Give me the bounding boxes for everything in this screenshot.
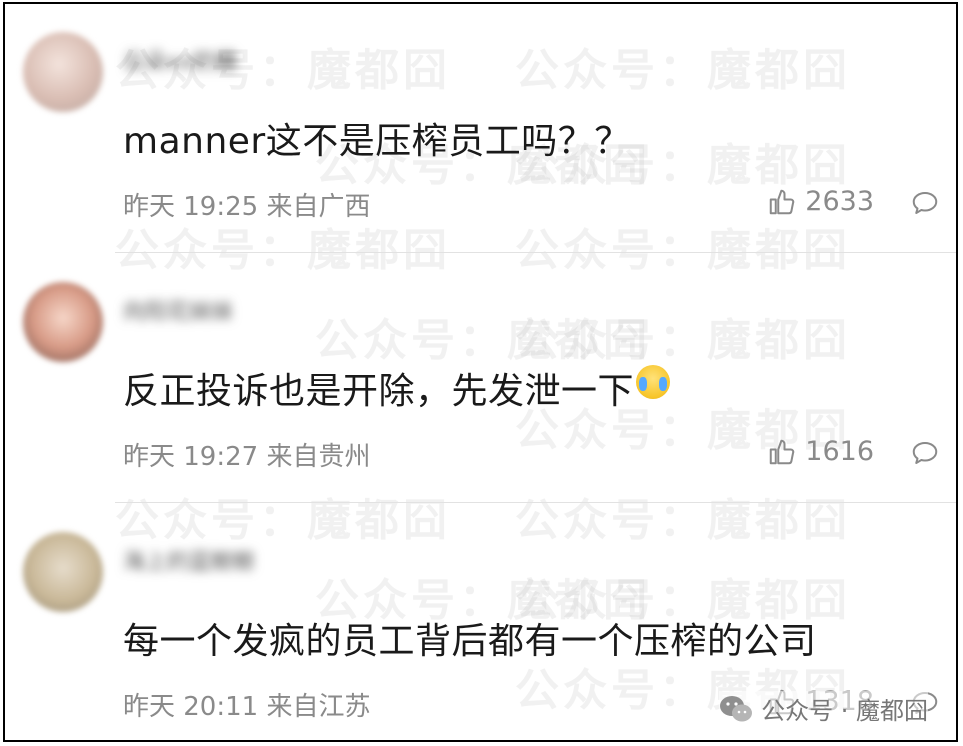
like-count: 1616 <box>805 436 874 467</box>
comment-meta: 昨天 20:11 来自江苏 <box>123 692 371 722</box>
brand-label: 公众号 · 魔都囧 <box>761 697 928 725</box>
divider <box>115 502 956 503</box>
comment-text: 每一个发疯的员工背后都有一个压榨的公司 <box>123 621 817 662</box>
avatar[interactable] <box>23 532 103 612</box>
screenshot-frame: 公众号：魔都囧 公众号：魔都囧 公众号：魔都囧 公众号：魔都囧 公众号：魔都囧 … <box>3 2 958 742</box>
comment-item: 向阳花妹妹 反正投诉也是开除，先发泄一下 昨天 19:27 来自贵州 1616 <box>5 254 956 504</box>
comment-item: 云朵xx奶糖 manner这不是压榨员工吗？？ 昨天 19:25 来自广西 26… <box>5 4 956 254</box>
username[interactable]: 海上的蓝鲸鲸 <box>123 544 255 575</box>
divider <box>115 252 956 253</box>
like-count: 2633 <box>805 186 874 217</box>
brand-watermark: 公众号 · 魔都囧 <box>719 691 928 726</box>
wechat-icon <box>720 695 753 721</box>
thumbs-up-icon <box>770 439 795 464</box>
comment-meta: 昨天 19:25 来自广西 <box>123 192 371 222</box>
username[interactable]: 向阳花妹妹 <box>123 294 233 325</box>
reply-icon[interactable] <box>910 438 940 468</box>
comment-text: 反正投诉也是开除，先发泄一下 <box>123 371 635 412</box>
username[interactable]: 云朵xx奶糖 <box>123 44 237 75</box>
like-button[interactable]: 1616 <box>767 436 874 467</box>
thumbs-up-icon <box>770 189 795 214</box>
comment-text: manner这不是压榨员工吗？？ <box>123 121 631 162</box>
reply-icon[interactable] <box>910 188 940 218</box>
avatar[interactable] <box>23 282 103 362</box>
avatar[interactable] <box>23 32 103 112</box>
like-button[interactable]: 2633 <box>767 186 874 217</box>
comment-text-row: 反正投诉也是开除，先发泄一下 <box>123 362 671 414</box>
comment-meta: 昨天 19:27 来自贵州 <box>123 442 371 472</box>
crying-laughing-emoji-icon <box>636 365 671 399</box>
